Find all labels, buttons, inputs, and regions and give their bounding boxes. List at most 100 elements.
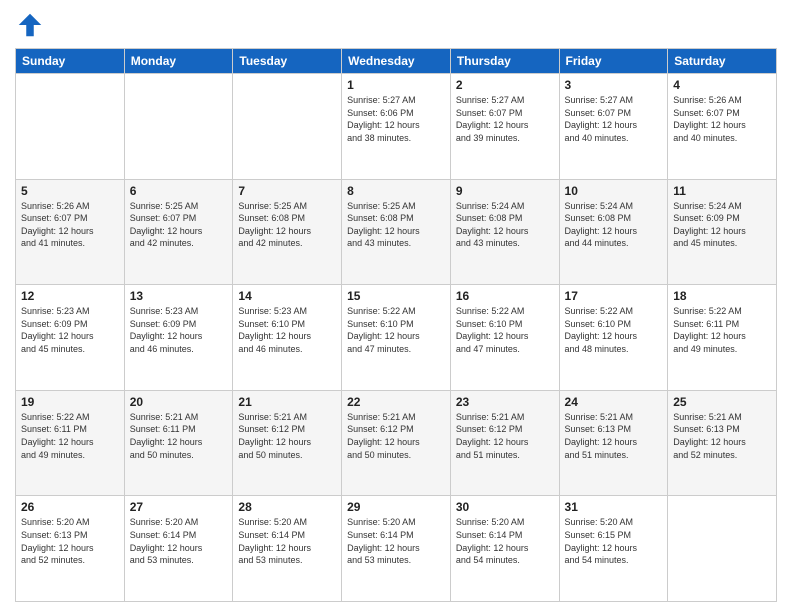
page: SundayMondayTuesdayWednesdayThursdayFrid… [0,0,792,612]
week-row: 1Sunrise: 5:27 AM Sunset: 6:06 PM Daylig… [16,74,777,180]
day-info: Sunrise: 5:26 AM Sunset: 6:07 PM Dayligh… [21,200,119,250]
day-info: Sunrise: 5:23 AM Sunset: 6:09 PM Dayligh… [21,305,119,355]
day-cell: 3Sunrise: 5:27 AM Sunset: 6:07 PM Daylig… [559,74,668,180]
day-info: Sunrise: 5:21 AM Sunset: 6:13 PM Dayligh… [673,411,771,461]
day-info: Sunrise: 5:20 AM Sunset: 6:14 PM Dayligh… [347,516,445,566]
day-number: 12 [21,289,119,303]
day-info: Sunrise: 5:25 AM Sunset: 6:08 PM Dayligh… [347,200,445,250]
day-cell: 21 Sunrise: 5:21 AM Sunset: 6:12 PM Dayli… [233,390,342,496]
day-cell [124,74,233,180]
day-cell: 7Sunrise: 5:25 AM Sunset: 6:08 PM Daylig… [233,179,342,285]
day-cell: 29Sunrise: 5:20 AM Sunset: 6:14 PM Dayli… [342,496,451,602]
day-cell: 6 Sunrise: 5:25 AM Sunset: 6:07 PM Daylig… [124,179,233,285]
day-cell: 5 Sunrise: 5:26 AM Sunset: 6:07 PM Daylig… [16,179,125,285]
day-number: 6 [130,184,228,198]
day-cell: 14Sunrise: 5:23 AM Sunset: 6:10 PM Dayli… [233,285,342,391]
week-row: 26Sunrise: 5:20 AM Sunset: 6:13 PM Dayli… [16,496,777,602]
day-info: Sunrise: 5:21 AM Sunset: 6:12 PM Dayligh… [347,411,445,461]
day-info: Sunrise: 5:24 AM Sunset: 6:09 PM Dayligh… [673,200,771,250]
day-info: Sunrise: 5:22 AM Sunset: 6:11 PM Dayligh… [673,305,771,355]
day-info: Sunrise: 5:21 AM Sunset: 6:12 PM Dayligh… [456,411,554,461]
day-number: 24 [565,395,663,409]
day-cell: 17 Sunrise: 5:22 AM Sunset: 6:10 PM Dayli… [559,285,668,391]
day-number: 4 [673,78,771,92]
day-cell: 22 Sunrise: 5:21 AM Sunset: 6:12 PM Dayli… [342,390,451,496]
day-cell: 18Sunrise: 5:22 AM Sunset: 6:11 PM Dayli… [668,285,777,391]
day-info: Sunrise: 5:21 AM Sunset: 6:12 PM Dayligh… [238,411,336,461]
day-number: 23 [456,395,554,409]
week-row: 5 Sunrise: 5:26 AM Sunset: 6:07 PM Daylig… [16,179,777,285]
day-info: Sunrise: 5:22 AM Sunset: 6:10 PM Dayligh… [456,305,554,355]
header [15,10,777,40]
day-cell: 15 Sunrise: 5:22 AM Sunset: 6:10 PM Dayli… [342,285,451,391]
day-number: 22 [347,395,445,409]
day-number: 9 [456,184,554,198]
day-info: Sunrise: 5:20 AM Sunset: 6:14 PM Dayligh… [238,516,336,566]
weekday-row: SundayMondayTuesdayWednesdayThursdayFrid… [16,49,777,74]
day-cell [233,74,342,180]
day-cell: 31 Sunrise: 5:20 AM Sunset: 6:15 PM Dayli… [559,496,668,602]
day-cell: 4Sunrise: 5:26 AM Sunset: 6:07 PM Daylig… [668,74,777,180]
day-info: Sunrise: 5:22 AM Sunset: 6:11 PM Dayligh… [21,411,119,461]
weekday-header: Friday [559,49,668,74]
day-cell: 9 Sunrise: 5:24 AM Sunset: 6:08 PM Daylig… [450,179,559,285]
day-number: 26 [21,500,119,514]
day-cell: 8 Sunrise: 5:25 AM Sunset: 6:08 PM Daylig… [342,179,451,285]
calendar-body: 1Sunrise: 5:27 AM Sunset: 6:06 PM Daylig… [16,74,777,602]
day-number: 17 [565,289,663,303]
day-cell: 24 Sunrise: 5:21 AM Sunset: 6:13 PM Dayli… [559,390,668,496]
day-number: 13 [130,289,228,303]
day-number: 2 [456,78,554,92]
logo-icon [15,10,45,40]
day-info: Sunrise: 5:25 AM Sunset: 6:08 PM Dayligh… [238,200,336,250]
day-number: 30 [456,500,554,514]
day-number: 8 [347,184,445,198]
day-cell: 28 Sunrise: 5:20 AM Sunset: 6:14 PM Dayli… [233,496,342,602]
weekday-header: Wednesday [342,49,451,74]
day-number: 11 [673,184,771,198]
day-info: Sunrise: 5:20 AM Sunset: 6:14 PM Dayligh… [130,516,228,566]
day-info: Sunrise: 5:27 AM Sunset: 6:07 PM Dayligh… [456,94,554,144]
week-row: 12 Sunrise: 5:23 AM Sunset: 6:09 PM Dayli… [16,285,777,391]
day-cell: 13 Sunrise: 5:23 AM Sunset: 6:09 PM Dayli… [124,285,233,391]
day-cell: 25Sunrise: 5:21 AM Sunset: 6:13 PM Dayli… [668,390,777,496]
day-info: Sunrise: 5:20 AM Sunset: 6:14 PM Dayligh… [456,516,554,566]
day-number: 27 [130,500,228,514]
day-number: 15 [347,289,445,303]
day-number: 10 [565,184,663,198]
day-cell: 10 Sunrise: 5:24 AM Sunset: 6:08 PM Dayli… [559,179,668,285]
calendar-header: SundayMondayTuesdayWednesdayThursdayFrid… [16,49,777,74]
day-number: 28 [238,500,336,514]
day-cell: 20Sunrise: 5:21 AM Sunset: 6:11 PM Dayli… [124,390,233,496]
day-number: 16 [456,289,554,303]
day-cell: 2 Sunrise: 5:27 AM Sunset: 6:07 PM Daylig… [450,74,559,180]
weekday-header: Thursday [450,49,559,74]
day-cell: 23 Sunrise: 5:21 AM Sunset: 6:12 PM Dayli… [450,390,559,496]
day-info: Sunrise: 5:24 AM Sunset: 6:08 PM Dayligh… [456,200,554,250]
day-info: Sunrise: 5:25 AM Sunset: 6:07 PM Dayligh… [130,200,228,250]
day-info: Sunrise: 5:20 AM Sunset: 6:15 PM Dayligh… [565,516,663,566]
weekday-header: Saturday [668,49,777,74]
day-info: Sunrise: 5:21 AM Sunset: 6:13 PM Dayligh… [565,411,663,461]
day-number: 31 [565,500,663,514]
day-cell: 12 Sunrise: 5:23 AM Sunset: 6:09 PM Dayli… [16,285,125,391]
day-cell: 11 Sunrise: 5:24 AM Sunset: 6:09 PM Dayli… [668,179,777,285]
day-info: Sunrise: 5:23 AM Sunset: 6:10 PM Dayligh… [238,305,336,355]
day-number: 5 [21,184,119,198]
day-info: Sunrise: 5:22 AM Sunset: 6:10 PM Dayligh… [565,305,663,355]
weekday-header: Sunday [16,49,125,74]
logo [15,10,49,40]
day-cell: 26Sunrise: 5:20 AM Sunset: 6:13 PM Dayli… [16,496,125,602]
day-info: Sunrise: 5:21 AM Sunset: 6:11 PM Dayligh… [130,411,228,461]
weekday-header: Monday [124,49,233,74]
day-number: 1 [347,78,445,92]
day-cell [16,74,125,180]
day-info: Sunrise: 5:23 AM Sunset: 6:09 PM Dayligh… [130,305,228,355]
day-number: 21 [238,395,336,409]
day-cell [668,496,777,602]
day-info: Sunrise: 5:24 AM Sunset: 6:08 PM Dayligh… [565,200,663,250]
day-cell: 16 Sunrise: 5:22 AM Sunset: 6:10 PM Dayli… [450,285,559,391]
calendar: SundayMondayTuesdayWednesdayThursdayFrid… [15,48,777,602]
day-info: Sunrise: 5:22 AM Sunset: 6:10 PM Dayligh… [347,305,445,355]
day-cell: 30 Sunrise: 5:20 AM Sunset: 6:14 PM Dayli… [450,496,559,602]
